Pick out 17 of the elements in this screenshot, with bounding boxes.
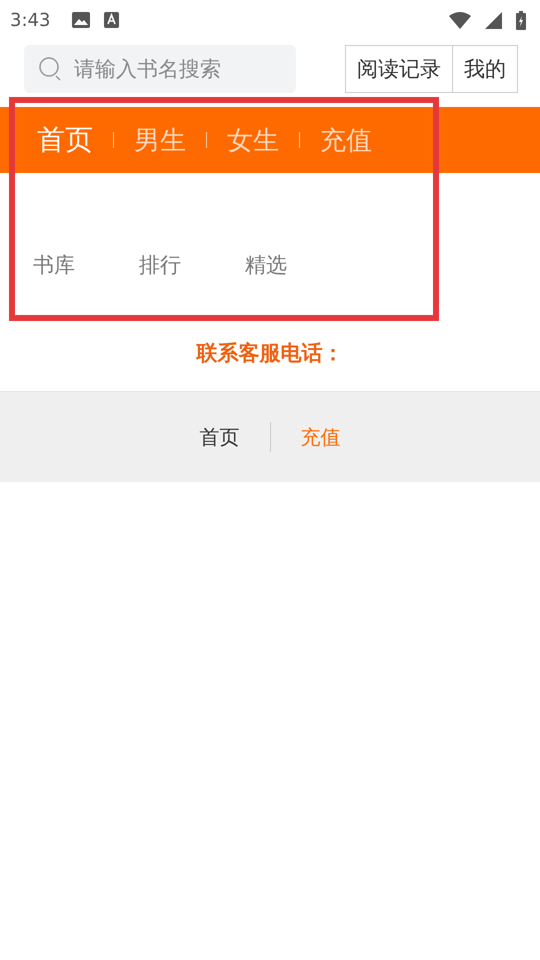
- category-link[interactable]: 精选: [245, 251, 287, 279]
- battery-icon: [516, 10, 526, 30]
- search-input[interactable]: 请输入书名搜索: [74, 57, 274, 81]
- signal-icon: [485, 12, 502, 28]
- category-link[interactable]: 排行: [139, 251, 181, 279]
- footer-link[interactable]: 充值: [300, 424, 340, 450]
- contact-text: 联系客服电话：: [196, 340, 344, 367]
- nav-button[interactable]: 阅读记录: [345, 45, 453, 93]
- image-icon: [72, 12, 90, 28]
- search-field[interactable]: 请输入书名搜索: [24, 45, 296, 93]
- footer-link[interactable]: 首页: [200, 424, 240, 450]
- nav-button[interactable]: 我的: [453, 45, 518, 93]
- wifi-icon: [449, 12, 471, 28]
- nav-tab[interactable]: 首页: [37, 121, 93, 159]
- category-link[interactable]: 书库: [33, 251, 75, 279]
- status-time: 3:43: [10, 10, 50, 30]
- text-icon: [104, 12, 120, 28]
